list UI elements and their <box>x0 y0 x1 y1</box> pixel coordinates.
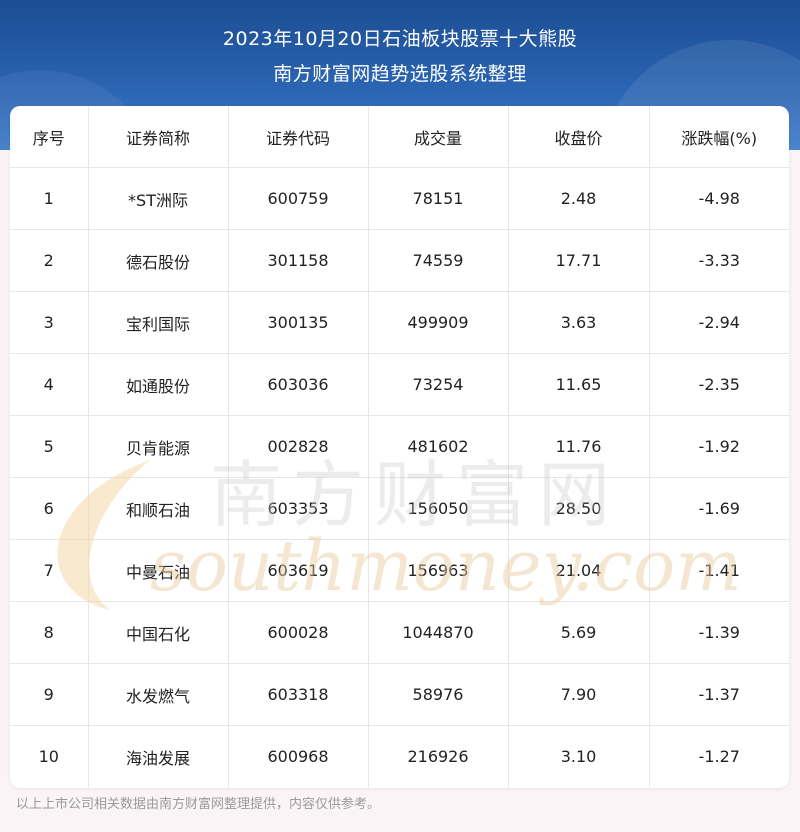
table-row: 4 如通股份 603036 73254 11.65 -2.35 <box>10 353 789 416</box>
col-header-index: 序号 <box>10 106 89 168</box>
table-row: 6 和顺石油 603353 156050 28.50 -1.69 <box>10 477 789 540</box>
cell-code: 600759 <box>228 167 369 230</box>
table-row: 5 贝肯能源 002828 481602 11.76 -1.92 <box>10 415 789 478</box>
cell-volume: 481602 <box>368 415 509 478</box>
cell-volume: 74559 <box>368 229 509 292</box>
cell-name: 和顺石油 <box>88 477 229 540</box>
cell-code: 603353 <box>228 477 369 540</box>
stock-table: 序号 证券简称 证券代码 成交量 收盘价 涨跌幅(%) 1 *ST洲际 6007… <box>10 106 789 787</box>
page-title: 2023年10月20日石油板块股票十大熊股 <box>222 28 578 50</box>
cell-change: -2.94 <box>649 291 789 354</box>
table-row: 1 *ST洲际 600759 78151 2.48 -4.98 <box>10 167 789 230</box>
cell-change: -1.41 <box>649 539 789 602</box>
cell-close: 3.10 <box>508 725 650 787</box>
cell-change: -1.27 <box>698 747 740 766</box>
cell-name: 宝利国际 <box>88 291 229 354</box>
cell-volume: 156963 <box>368 539 509 602</box>
table-row: 9 水发燃气 603318 58976 7.90 -1.37 <box>10 663 789 726</box>
cell-code: 603036 <box>228 353 369 416</box>
cell-index: 3 <box>10 291 89 354</box>
cell-code: 600028 <box>228 601 369 664</box>
col-header-code: 证券代码 <box>228 106 369 168</box>
cell-close: 21.04 <box>508 539 650 602</box>
cell-volume: 58976 <box>368 663 509 726</box>
cell-index: 2 <box>10 229 89 292</box>
cell-change: -4.98 <box>649 167 789 230</box>
cell-change: -2.35 <box>649 353 789 416</box>
cell-name: 水发燃气 <box>88 663 229 726</box>
cell-close: 11.65 <box>508 353 650 416</box>
col-header-change: 涨跌幅(%) <box>649 106 789 168</box>
cell-name: 贝肯能源 <box>88 415 229 478</box>
cell-change: -1.69 <box>649 477 789 540</box>
table-row: 7 中曼石油 603619 156963 21.04 -1.41 <box>10 539 789 602</box>
cell-volume: 156050 <box>368 477 509 540</box>
table-row: 10 海油发展 600968 216926 3.10 -1.27 <box>10 725 789 787</box>
cell-close: 5.69 <box>508 601 650 664</box>
cell-close: 28.50 <box>508 477 650 540</box>
table-row: 3 宝利国际 300135 499909 3.63 -2.94 <box>10 291 789 354</box>
cell-index: 5 <box>10 415 89 478</box>
cell-index: 10 <box>10 725 89 787</box>
cell-index: 1 <box>10 167 89 230</box>
cell-code: 600968 <box>228 725 369 787</box>
table-row: 8 中国石化 600028 1044870 5.69 -1.39 <box>10 601 789 664</box>
cell-code: 301158 <box>228 229 369 292</box>
cell-index: 6 <box>10 477 89 540</box>
table-row: 2 德石股份 301158 74559 17.71 -3.33 <box>10 229 789 292</box>
cell-change: -1.39 <box>649 601 789 664</box>
col-header-close: 收盘价 <box>508 106 650 168</box>
cell-code: 603318 <box>228 663 369 726</box>
cell-name: 如通股份 <box>88 353 229 416</box>
cell-volume: 499909 <box>368 291 509 354</box>
cell-close: 3.63 <box>508 291 650 354</box>
cell-volume: 1044870 <box>368 601 509 664</box>
cell-close: 11.76 <box>508 415 650 478</box>
cell-close: 2.48 <box>508 167 650 230</box>
cell-change: -1.37 <box>649 663 789 726</box>
cell-index: 4 <box>10 353 89 416</box>
col-header-volume: 成交量 <box>368 106 509 168</box>
cell-volume: 73254 <box>368 353 509 416</box>
cell-index: 7 <box>10 539 89 602</box>
cell-close: 17.71 <box>508 229 650 292</box>
cell-index: 8 <box>10 601 89 664</box>
cell-name: 海油发展 <box>88 725 229 787</box>
cell-name: *ST洲际 <box>88 167 229 230</box>
cell-name: 中国石化 <box>88 601 229 664</box>
col-header-name: 证券简称 <box>88 106 229 168</box>
cell-code: 002828 <box>228 415 369 478</box>
cell-code: 603619 <box>228 539 369 602</box>
cell-change: -3.33 <box>649 229 789 292</box>
page-subtitle: 南方财富网趋势选股系统整理 <box>273 63 527 85</box>
cell-volume: 216926 <box>368 725 509 787</box>
cell-change: -1.92 <box>649 415 789 478</box>
cell-index: 9 <box>10 663 89 726</box>
table-card: 序号 证券简称 证券代码 成交量 收盘价 涨跌幅(%) 1 *ST洲际 6007… <box>10 106 789 788</box>
cell-volume: 78151 <box>368 167 509 230</box>
table-header-row: 序号 证券简称 证券代码 成交量 收盘价 涨跌幅(%) <box>10 106 789 168</box>
cell-name: 德石股份 <box>88 229 229 292</box>
footer-note: 以上上市公司相关数据由南方财富网整理提供，内容仅供参考。 <box>16 797 381 812</box>
cell-name: 中曼石油 <box>88 539 229 602</box>
cell-close: 7.90 <box>508 663 650 726</box>
cell-code: 300135 <box>228 291 369 354</box>
